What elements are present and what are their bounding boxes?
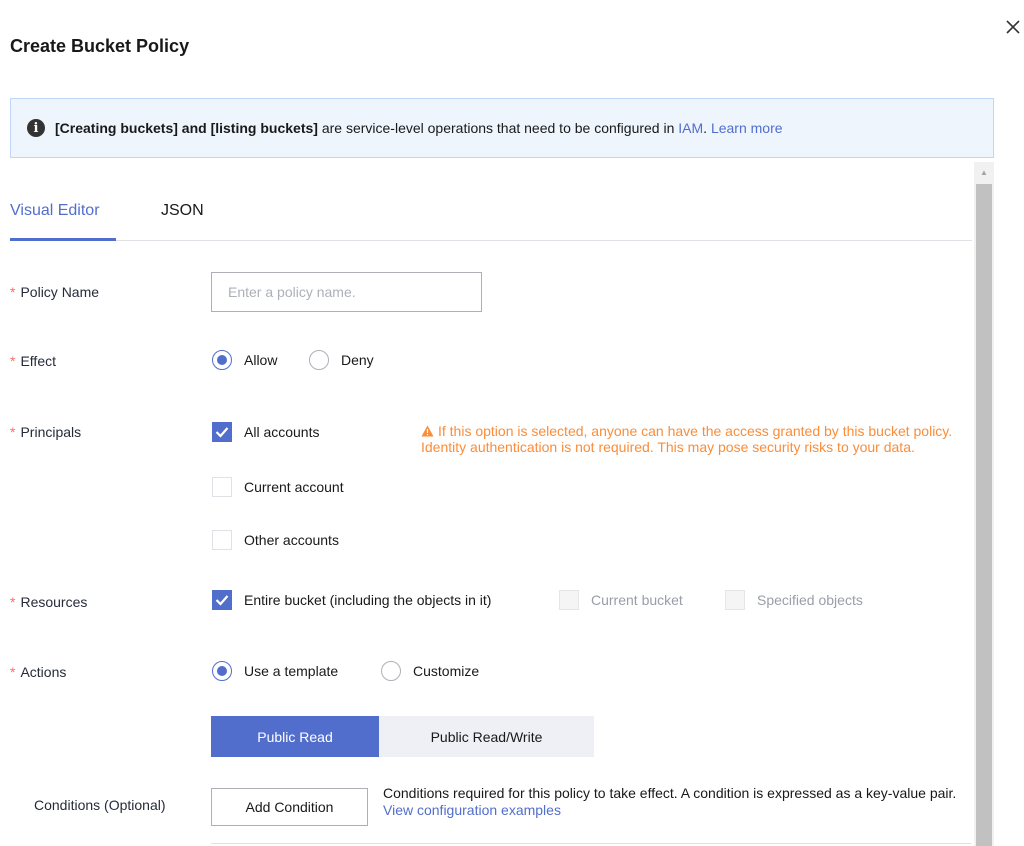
entire-bucket-label: Entire bucket (including the objects in … <box>244 592 492 608</box>
effect-label: * Effect <box>10 353 56 369</box>
principals-label: * Principals <box>10 424 81 440</box>
effect-deny-label: Deny <box>341 352 374 368</box>
policy-name-label: * Policy Name <box>10 284 99 300</box>
scrollbar[interactable]: ▲ <box>974 162 994 846</box>
required-mark: * <box>10 424 16 440</box>
other-accounts-label: Other accounts <box>244 532 339 548</box>
scroll-thumb[interactable] <box>976 184 992 846</box>
specified-objects-label: Specified objects <box>757 592 863 608</box>
effect-deny-radio[interactable]: Deny <box>309 350 374 370</box>
actions-customize-radio[interactable]: Customize <box>381 661 479 681</box>
info-bold-text: [Creating buckets] and [listing buckets] <box>55 120 318 136</box>
learn-more-link[interactable]: Learn more <box>711 120 783 136</box>
info-icon: i <box>27 119 45 137</box>
view-examples-link[interactable]: View configuration examples <box>383 802 561 818</box>
conditions-description: Conditions required for this policy to t… <box>383 785 968 819</box>
actions-label-text: Actions <box>20 664 67 680</box>
radio-selected[interactable] <box>212 661 232 681</box>
resource-current-bucket-checkbox: Current bucket <box>559 590 683 610</box>
required-mark: * <box>10 664 16 680</box>
info-banner: i [Creating buckets] and [listing bucket… <box>10 98 994 158</box>
tab-bar: Visual Editor JSON <box>10 196 972 241</box>
all-accounts-label: All accounts <box>244 424 320 440</box>
conditions-divider <box>211 843 971 844</box>
radio-selected[interactable] <box>212 350 232 370</box>
principal-other-accounts-checkbox[interactable]: Other accounts <box>212 530 339 550</box>
resource-specified-objects-checkbox: Specified objects <box>725 590 863 610</box>
checkbox-disabled <box>725 590 745 610</box>
resource-entire-bucket-checkbox[interactable]: Entire bucket (including the objects in … <box>212 590 491 610</box>
effect-allow-label: Allow <box>244 352 278 368</box>
add-condition-button[interactable]: Add Condition <box>211 788 368 826</box>
principals-warning-text: If this option is selected, anyone can h… <box>421 423 953 455</box>
close-button[interactable] <box>1003 17 1023 37</box>
tab-active-indicator <box>10 238 116 241</box>
policy-name-input[interactable] <box>211 272 482 312</box>
effect-allow-radio[interactable]: Allow <box>212 350 277 370</box>
customize-label: Customize <box>413 663 480 679</box>
template-public-read[interactable]: Public Read <box>211 716 379 757</box>
scroll-up-arrow-icon[interactable]: ▲ <box>974 162 994 182</box>
checkbox-checked[interactable] <box>212 590 232 610</box>
policy-name-label-text: Policy Name <box>20 284 100 300</box>
template-public-read-write[interactable]: Public Read/Write <box>379 716 594 757</box>
checkmark-icon <box>215 595 229 606</box>
current-bucket-label: Current bucket <box>591 592 683 608</box>
required-mark: * <box>10 284 16 300</box>
actions-label: * Actions <box>10 664 66 680</box>
checkbox-disabled <box>559 590 579 610</box>
resources-label-text: Resources <box>20 594 88 610</box>
conditions-description-text: Conditions required for this policy to t… <box>383 785 957 801</box>
info-period: . <box>703 120 708 136</box>
effect-label-text: Effect <box>20 353 56 369</box>
iam-link[interactable]: IAM <box>678 120 703 136</box>
warning-icon <box>421 425 434 437</box>
current-account-label: Current account <box>244 479 344 495</box>
dialog-title: Create Bucket Policy <box>10 36 190 56</box>
info-text: are service-level operations that need t… <box>317 120 679 136</box>
required-mark: * <box>10 353 16 369</box>
checkbox-unchecked[interactable] <box>212 477 232 497</box>
principals-label-text: Principals <box>20 424 82 440</box>
radio-unselected[interactable] <box>381 661 401 681</box>
resources-label: * Resources <box>10 594 87 610</box>
close-icon <box>1006 20 1020 34</box>
conditions-label: Conditions (Optional) <box>34 797 166 813</box>
required-mark: * <box>10 594 16 610</box>
checkbox-checked[interactable] <box>212 422 232 442</box>
radio-unselected[interactable] <box>309 350 329 370</box>
actions-template-radio[interactable]: Use a template <box>212 661 338 681</box>
tab-json[interactable]: JSON <box>161 202 204 220</box>
use-template-label: Use a template <box>244 663 339 679</box>
checkmark-icon <box>215 427 229 438</box>
principals-warning: If this option is selected, anyone can h… <box>421 423 966 455</box>
tab-visual-editor[interactable]: Visual Editor <box>10 202 100 220</box>
principal-all-accounts-checkbox[interactable]: All accounts <box>212 422 319 442</box>
checkbox-unchecked[interactable] <box>212 530 232 550</box>
principal-current-account-checkbox[interactable]: Current account <box>212 477 344 497</box>
